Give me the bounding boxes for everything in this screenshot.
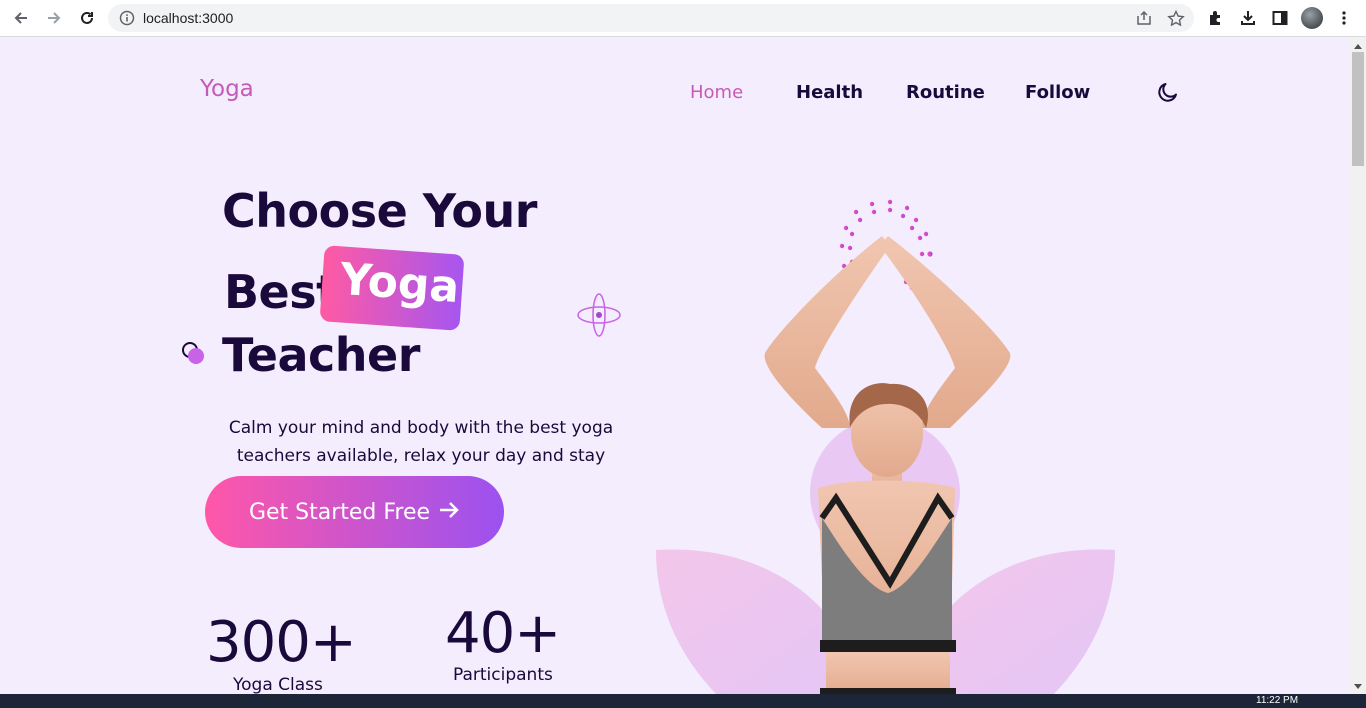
stat-yoga-class-label: Yoga Class bbox=[233, 675, 323, 694]
hero-title-line1: Choose Your bbox=[222, 184, 537, 238]
taskbar-clock[interactable]: 11:22 PM bbox=[1256, 696, 1298, 706]
sidepanel-icon[interactable] bbox=[1270, 8, 1290, 28]
info-icon[interactable] bbox=[119, 10, 135, 26]
stat-yoga-class-value: 300+ bbox=[206, 610, 357, 675]
nav-health[interactable]: Health bbox=[796, 82, 863, 103]
scroll-thumb[interactable] bbox=[1352, 52, 1364, 166]
forward-icon[interactable] bbox=[42, 7, 66, 29]
get-started-button[interactable]: Get Started Free bbox=[205, 476, 504, 548]
windows-taskbar: 11:22 PM bbox=[0, 694, 1366, 708]
nav-home[interactable]: Home bbox=[690, 82, 743, 103]
profile-avatar[interactable] bbox=[1301, 7, 1323, 29]
extensions-icon[interactable] bbox=[1206, 8, 1226, 28]
star-icon[interactable] bbox=[1167, 9, 1185, 27]
bubble-decoration-icon bbox=[182, 342, 204, 364]
page-scrollbar[interactable] bbox=[1350, 38, 1366, 694]
browser-toolbar: localhost:3000 bbox=[0, 0, 1366, 37]
address-bar[interactable]: localhost:3000 bbox=[108, 4, 1194, 32]
stat-participants-value: 40+ bbox=[445, 601, 561, 666]
moon-icon[interactable] bbox=[1156, 80, 1180, 104]
orbit-decoration-icon bbox=[577, 293, 621, 337]
yoga-woman-illustration bbox=[656, 199, 1115, 694]
download-icon[interactable] bbox=[1238, 8, 1258, 28]
page: Yoga Home Health Routine Follow Choose Y… bbox=[0, 38, 1350, 694]
nav-follow[interactable]: Follow bbox=[1025, 82, 1090, 103]
share-icon[interactable] bbox=[1135, 10, 1153, 26]
hero-highlight: Yoga bbox=[338, 253, 461, 314]
nav-routine[interactable]: Routine bbox=[906, 82, 985, 103]
hero-title-line3: Teacher bbox=[222, 328, 420, 382]
scroll-up-icon[interactable] bbox=[1354, 44, 1362, 49]
reload-icon[interactable] bbox=[75, 7, 99, 29]
url-text[interactable]: localhost:3000 bbox=[143, 10, 233, 26]
stat-participants-label: Participants bbox=[453, 665, 553, 685]
more-icon[interactable] bbox=[1334, 8, 1354, 28]
scroll-down-icon[interactable] bbox=[1354, 684, 1362, 689]
back-icon[interactable] bbox=[9, 7, 33, 29]
get-started-label: Get Started Free bbox=[248, 499, 431, 525]
logo[interactable]: Yoga bbox=[200, 76, 254, 102]
arrow-right-icon bbox=[438, 498, 460, 526]
